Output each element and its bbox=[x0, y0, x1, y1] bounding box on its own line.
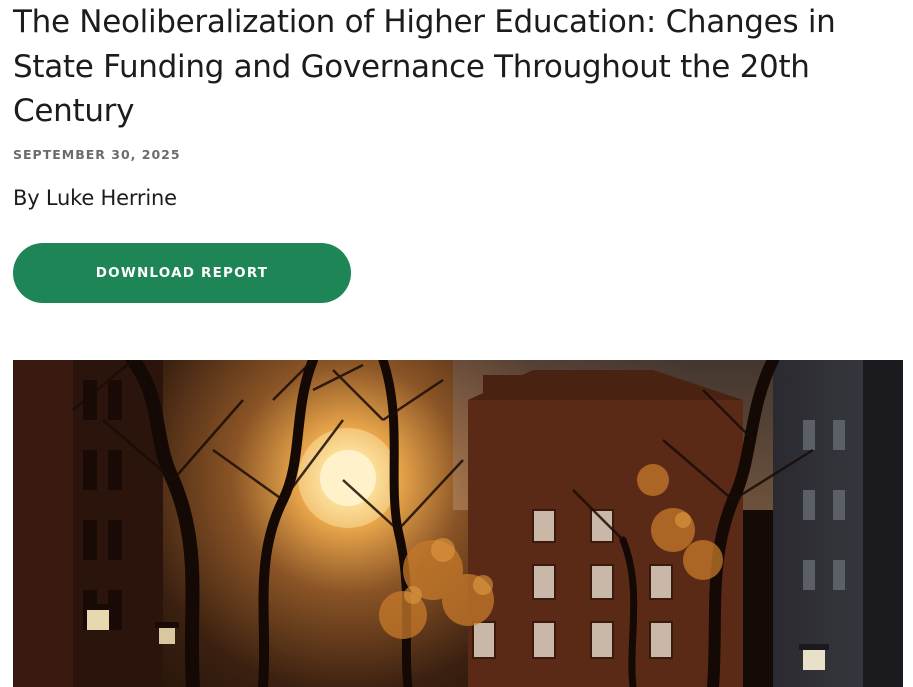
download-report-button[interactable]: DOWNLOAD REPORT bbox=[13, 243, 351, 303]
article-title: The Neoliberalization of Higher Educatio… bbox=[13, 4, 836, 129]
publish-date: SEPTEMBER 30, 2025 bbox=[13, 147, 181, 162]
hero-image bbox=[13, 360, 903, 687]
article-page: The Neoliberalization of Higher Educatio… bbox=[0, 0, 913, 687]
campus-sunset-photo bbox=[13, 360, 903, 687]
author-byline: By Luke Herrine bbox=[13, 186, 177, 210]
